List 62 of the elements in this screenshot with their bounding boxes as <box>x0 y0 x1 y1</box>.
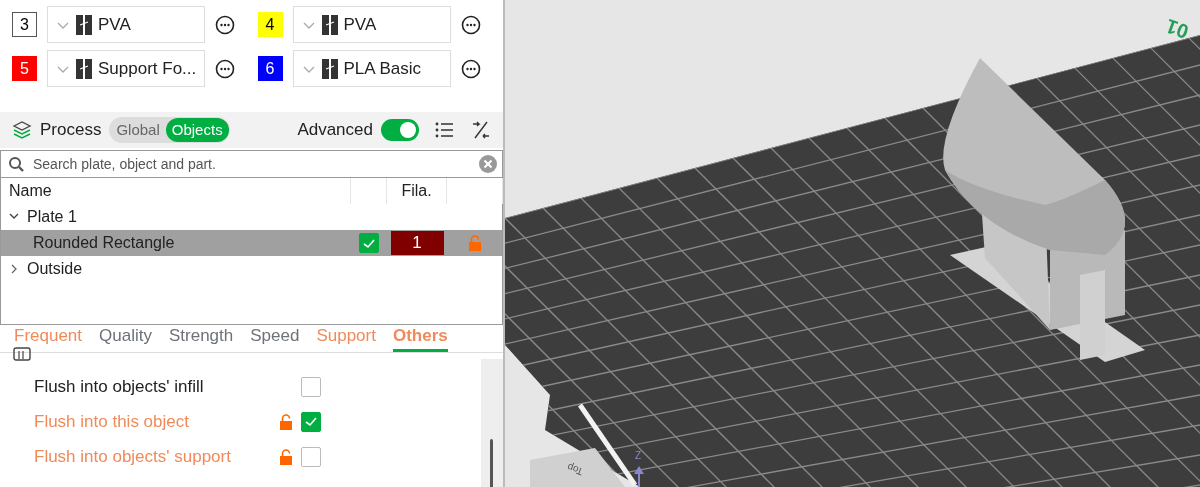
check-icon <box>304 415 318 428</box>
filament-dropdown[interactable]: Support Fo... <box>47 50 205 87</box>
filament-dropdown[interactable]: PVA <box>47 6 205 43</box>
settings-tab[interactable]: Quality <box>99 325 152 352</box>
column-header: Name <box>1 178 351 204</box>
view-cube-label: Top <box>564 460 586 480</box>
filament-number: 6 <box>257 56 283 81</box>
filament-number: 4 <box>257 12 283 37</box>
checkbox[interactable] <box>301 446 321 467</box>
search-field[interactable]: Search plate, object and part. <box>0 150 503 178</box>
column-header: Fila. <box>387 178 447 204</box>
settings-tab[interactable]: Speed <box>250 325 300 352</box>
advanced-label: Advanced <box>297 119 373 142</box>
process-title: Process <box>40 119 102 142</box>
option-label: Flush into this object <box>34 410 190 433</box>
filament-dropdown[interactable]: PVA <box>292 6 451 43</box>
collapsed-icon[interactable] <box>9 263 19 275</box>
filament-name: PLA Basic <box>343 57 421 80</box>
spool-icon <box>321 58 338 79</box>
search-icon <box>8 156 24 172</box>
spool-icon <box>76 14 92 35</box>
tree-row[interactable]: Outside <box>1 256 502 282</box>
mode-switch[interactable]: Global Objects <box>109 116 230 144</box>
checkbox[interactable] <box>359 233 379 253</box>
list-icon[interactable] <box>435 120 453 140</box>
axis-label: Z <box>635 449 642 463</box>
option-label: Flush into objects' support <box>34 445 232 468</box>
unlocked-icon[interactable] <box>279 448 293 465</box>
layers-icon <box>12 120 32 140</box>
filament-number: 5 <box>12 56 37 81</box>
plate-label: 01 <box>1161 13 1193 46</box>
tree-row[interactable]: Rounded Rectangle 1 <box>1 230 502 256</box>
more-icon[interactable] <box>460 14 481 35</box>
z-axis-arrow <box>634 466 644 487</box>
mode-option[interactable]: Objects <box>165 117 229 143</box>
tree-label: Plate 1 <box>27 207 77 227</box>
spool-icon <box>321 14 338 35</box>
advanced-toggle[interactable] <box>381 119 419 141</box>
more-icon[interactable] <box>460 58 481 79</box>
view-cube[interactable] <box>530 448 625 487</box>
tree-label: Rounded Rectangle <box>33 233 175 253</box>
filament-name: PVA <box>343 13 377 36</box>
mode-option[interactable]: Global <box>110 117 166 143</box>
option-label: Flush into objects' infill <box>34 375 205 398</box>
compare-icon[interactable] <box>471 120 491 140</box>
spool-icon <box>76 58 92 79</box>
checkbox[interactable] <box>301 376 321 397</box>
filament-name: Support Fo... <box>98 57 197 80</box>
checkbox[interactable] <box>301 411 321 432</box>
settings-tab[interactable]: Strength <box>168 325 234 352</box>
filament-number[interactable]: 1 <box>390 231 444 255</box>
section-icon <box>13 347 31 361</box>
filament-dropdown[interactable]: PLA Basic <box>292 50 451 87</box>
scrollbar[interactable] <box>481 359 503 487</box>
more-icon[interactable] <box>215 14 235 35</box>
tree-row[interactable]: Plate 1 <box>1 204 502 230</box>
filament-name: PVA <box>98 13 131 36</box>
filament-number: 3 <box>12 12 37 37</box>
clear-icon[interactable] <box>479 155 497 173</box>
more-icon[interactable] <box>215 58 235 79</box>
unlocked-icon[interactable] <box>279 413 293 430</box>
tree-label: Outside <box>27 259 83 279</box>
